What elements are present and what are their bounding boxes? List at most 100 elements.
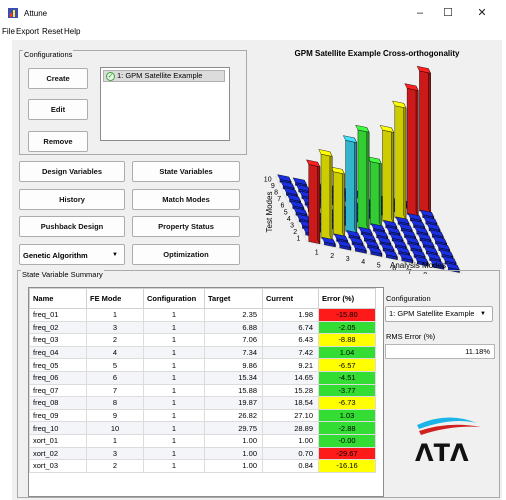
chart-bar-diagonal — [354, 137, 358, 234]
table-row[interactable]: xort_01 1 1 1.00 1.00 -0.00 — [29, 433, 376, 448]
minimize-button[interactable]: – — [405, 4, 435, 22]
column-header[interactable]: Configuration — [143, 288, 205, 309]
table-row[interactable]: freq_03 2 1 7.06 6.43 -8.88 — [29, 333, 376, 347]
table-row[interactable]: freq_09 9 1 26.82 27.10 1.03 — [29, 408, 376, 423]
table-row[interactable]: freq_06 6 1 15.34 14.65 -4.51 — [29, 370, 376, 385]
table-cell: 2 — [86, 459, 144, 473]
chart-bar-diagonal — [391, 127, 394, 224]
table-cell: 1 — [143, 446, 205, 461]
column-header[interactable]: Error (%) — [318, 288, 376, 309]
main-content: Configurations Create Edit Remove ✓ 1: G… — [12, 40, 502, 500]
table-row[interactable]: xort_03 2 1 1.00 0.84 -16.16 — [29, 459, 376, 473]
list-item[interactable]: ✓ 1: GPM Satellite Example — [103, 70, 225, 82]
remove-button[interactable]: Remove — [28, 131, 88, 152]
menu-help[interactable]: Help — [64, 27, 80, 36]
logo-text: ΛTΛ — [415, 439, 469, 467]
table-cell: 1.00 — [204, 459, 263, 473]
table-header: Name FE Mode Configuration Target Current Err… — [29, 288, 376, 309]
table-cell: -16.16 — [318, 459, 376, 473]
column-header[interactable]: Current — [262, 288, 319, 309]
table-cell: freq_07 — [29, 383, 87, 398]
design-variables-button[interactable]: Design Variables — [19, 161, 125, 182]
configuration-select[interactable]: 1: GPM Satellite Example ▼ — [385, 306, 493, 322]
property-status-button[interactable]: Property Status — [132, 216, 240, 237]
list-item-label: 1: GPM Satellite Example — [117, 71, 203, 80]
table-cell: 6.88 — [204, 320, 263, 335]
configuration-label: Configuration — [386, 294, 431, 303]
menu-export[interactable]: Export — [16, 27, 39, 36]
summary-title: State Variable Summary — [21, 270, 104, 279]
column-header[interactable]: Name — [29, 288, 87, 309]
table-row[interactable]: freq_01 1 1 2.35 1.98 -15.80 — [29, 308, 376, 322]
rms-error-value: 11.18% — [385, 344, 495, 359]
table-cell: -2.88 — [318, 421, 376, 435]
x-tick-label: 1 — [315, 250, 319, 257]
chart-title: GPM Satellite Example Cross-orthogonalit… — [295, 49, 460, 58]
chart-bar-diagonal — [329, 151, 333, 241]
table-cell: xort_01 — [29, 433, 87, 448]
table-cell: -0.00 — [318, 433, 376, 448]
close-button[interactable]: ✕ — [467, 4, 497, 22]
table-cell: 1 — [143, 320, 205, 335]
table-cell: freq_10 — [29, 421, 87, 435]
configurations-list[interactable]: ✓ 1: GPM Satellite Example — [100, 67, 230, 141]
edit-button[interactable]: Edit — [28, 99, 88, 120]
table-cell: xort_03 — [29, 459, 87, 473]
title-bar: Attune – ☐ ✕ — [0, 0, 506, 26]
table-cell: 1.04 — [318, 345, 376, 360]
table-row[interactable]: freq_07 7 1 15.88 15.28 -3.77 — [29, 383, 376, 398]
menu-file[interactable]: File — [2, 27, 15, 36]
chart-bar-diagonal — [378, 159, 382, 227]
table-cell: freq_09 — [29, 408, 87, 423]
table-cell: freq_01 — [29, 308, 87, 322]
table-cell: 7.34 — [204, 345, 263, 360]
table-cell: freq_08 — [29, 396, 87, 410]
table-cell: 15.88 — [204, 383, 263, 398]
optimization-button[interactable]: Optimization — [132, 244, 240, 265]
table-cell: 7 — [86, 383, 144, 398]
table-row[interactable]: freq_02 3 1 6.88 6.74 -2.05 — [29, 320, 376, 335]
pushback-design-button[interactable]: Pushback Design — [19, 216, 125, 237]
maximize-button[interactable]: ☐ — [433, 4, 463, 22]
x-tick-label: 5 — [377, 262, 381, 269]
y-axis-label: Test Modes — [265, 192, 274, 233]
table-row[interactable]: xort_02 3 1 1.00 0.70 -29.67 — [29, 446, 376, 461]
column-header[interactable]: Target — [204, 288, 263, 309]
table-cell: 9.21 — [262, 358, 319, 372]
column-header[interactable]: FE Mode — [86, 288, 144, 309]
cross-orthogonality-chart: GPM Satellite Example Cross-orthogonalit… — [264, 49, 463, 274]
chevron-down-icon: ▼ — [480, 311, 486, 317]
app-icon — [8, 8, 18, 18]
table-cell: 1.00 — [204, 446, 263, 461]
table-cell: 1 — [143, 345, 205, 360]
table-cell: -2.05 — [318, 320, 376, 335]
summary-table[interactable]: Name FE Mode Configuration Target Current Err… — [28, 287, 384, 497]
table-cell: 5 — [86, 358, 144, 372]
table-cell: 4 — [86, 345, 144, 360]
configurations-title: Configurations — [23, 50, 74, 59]
create-button[interactable]: Create — [28, 68, 88, 89]
table-cell: 1 — [143, 383, 205, 398]
table-row[interactable]: freq_08 8 1 19.87 18.54 -6.73 — [29, 396, 376, 410]
state-variables-button[interactable]: State Variables — [132, 161, 240, 182]
table-cell: 1 — [143, 396, 205, 410]
table-row[interactable]: freq_05 5 1 9.86 9.21 -6.57 — [29, 358, 376, 372]
table-cell: -15.80 — [318, 308, 376, 322]
table-row[interactable]: freq_04 4 1 7.34 7.42 1.04 — [29, 345, 376, 360]
table-cell: 28.89 — [262, 421, 319, 435]
y-tick-label: 10 — [264, 176, 272, 183]
match-modes-button[interactable]: Match Modes — [132, 189, 240, 210]
table-cell: 3 — [86, 320, 144, 335]
table-row[interactable]: freq_10 10 1 29.75 28.89 -2.88 — [29, 421, 376, 435]
menu-reset[interactable]: Reset — [42, 27, 63, 36]
table-cell: 18.54 — [262, 396, 319, 410]
table-cell: 7.06 — [204, 333, 263, 347]
table-cell: -29.67 — [318, 446, 376, 461]
table-cell: 8 — [86, 396, 144, 410]
table-cell: 1 — [143, 421, 205, 435]
table-cell: 0.70 — [262, 446, 319, 461]
y-tick-label: 3 — [290, 223, 294, 230]
table-cell: 29.75 — [204, 421, 263, 435]
algorithm-select[interactable]: Genetic Algorithm ▼ — [19, 244, 125, 265]
history-button[interactable]: History — [19, 189, 125, 210]
